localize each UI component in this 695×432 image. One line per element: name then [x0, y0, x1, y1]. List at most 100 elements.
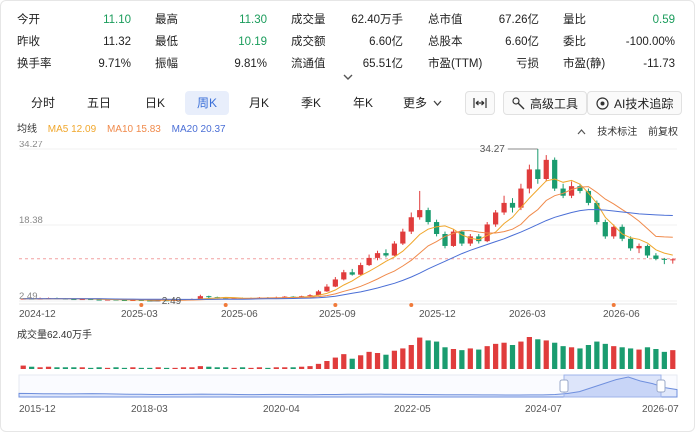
tab-daily-k[interactable]: 日K	[135, 91, 175, 115]
fullscreen-button[interactable]	[465, 91, 495, 115]
stat-cell: 总股本 6.60亿	[428, 33, 539, 51]
volume-bar	[644, 347, 651, 369]
volume-bar	[113, 367, 119, 369]
tab-yearly-k[interactable]: 年K	[343, 91, 383, 115]
event-marker	[611, 303, 616, 307]
stat-label: 昨收	[17, 36, 40, 48]
tech-annotation-link[interactable]: 技术标注	[577, 127, 637, 138]
volume-bar	[585, 345, 592, 369]
volume-bar	[54, 367, 60, 369]
volume-bar	[518, 341, 524, 369]
stat-label: 总股本	[428, 36, 463, 48]
volume-bar	[37, 367, 43, 369]
volume-bar	[104, 367, 111, 369]
x-tick-label: 2026-06	[603, 309, 640, 320]
chart-grid	[19, 148, 677, 305]
chevron-down-icon	[433, 100, 442, 106]
stat-value: 10.19	[238, 36, 267, 48]
candle-body	[509, 202, 516, 208]
candle-body	[602, 222, 608, 237]
low-annotation-label: 2.49	[162, 296, 182, 307]
tab-monthly-k[interactable]: 月K	[239, 91, 279, 115]
annotation-icon	[577, 129, 586, 135]
candle-body	[552, 159, 558, 189]
volume-bar	[627, 348, 634, 369]
range-navigator[interactable]: 2015-12 2018-03 2020-04 2022-05 2024-07 2026-…	[18, 374, 679, 415]
tab-more-label: 更多	[403, 96, 428, 110]
volume-bar	[172, 367, 178, 369]
volume-bar	[383, 354, 389, 369]
tab-more[interactable]: 更多	[397, 91, 447, 115]
stat-cell: 成交额 6.60亿	[291, 33, 403, 51]
navigator-selection	[563, 374, 662, 398]
volume-bar	[408, 345, 414, 369]
volume-bar	[560, 346, 566, 369]
event-marker	[223, 303, 228, 307]
stat-value: 6.60亿	[505, 36, 539, 48]
ma5-legend: MA5 12.09	[47, 124, 97, 135]
quote-stats: 今开 11.10 最高 11.30 成交量 62.40万手 总市值 67.26亿 量比 0…	[1, 11, 694, 73]
kline-chart[interactable]: 34.2718.382.49 34.272.49 2024-12 2025-03 2…	[1, 141, 695, 432]
stock-panel: 今开 11.10 最高 11.30 成交量 62.40万手 总市值 67.26亿 量比 0…	[0, 0, 695, 432]
candle-body	[627, 238, 634, 249]
navigator-handle[interactable]	[656, 379, 666, 393]
candle-body	[661, 258, 667, 260]
candle-body	[383, 253, 389, 256]
stat-value: 11.32	[103, 36, 131, 48]
volume-bar	[71, 367, 77, 369]
tab-intraday[interactable]: 分时	[23, 91, 63, 115]
stat-value: 亏损	[516, 58, 539, 70]
tab-weekly-k[interactable]: 周K	[185, 91, 229, 115]
candle-body	[493, 212, 499, 225]
ai-tracking-button[interactable]: AI技术追踪	[587, 91, 683, 115]
stat-value: 9.71%	[98, 58, 131, 70]
stat-cell: 量比 0.59	[563, 11, 675, 29]
ai-icon	[596, 97, 609, 110]
candle-body	[408, 217, 414, 232]
tab-five-day[interactable]: 五日	[79, 91, 119, 115]
candle-body	[374, 253, 381, 258]
stat-cell: 昨收 11.32	[17, 33, 131, 51]
advanced-tools-button[interactable]: 高级工具	[503, 91, 588, 115]
candle-body	[433, 222, 440, 234]
stat-cell: 成交量 62.40万手	[291, 11, 403, 29]
volume-bar	[223, 367, 229, 369]
tab-quarterly-k[interactable]: 季K	[291, 91, 331, 115]
y-axis-labels: 34.27 18.38 2.49	[19, 141, 43, 302]
stat-label: 最低	[155, 36, 178, 48]
volume-bar	[400, 348, 406, 369]
volume-bar	[282, 367, 288, 369]
volume-bar	[526, 337, 532, 369]
volume-bar	[611, 346, 617, 369]
volume-bars	[20, 337, 676, 369]
navigator-handle[interactable]	[559, 379, 569, 393]
stat-label: 最高	[155, 14, 178, 26]
stat-label: 成交量	[291, 14, 326, 26]
candle-body	[341, 272, 347, 280]
volume-bar	[417, 337, 423, 369]
candle-body	[324, 286, 330, 292]
stat-label: 成交额	[291, 36, 326, 48]
forward-adjust-link[interactable]: 前复权	[648, 127, 678, 138]
stat-cell: 换手率 9.71%	[17, 55, 131, 73]
x-tick-label: 2025-12	[419, 309, 456, 320]
stat-cell: 总市值 67.26亿	[428, 11, 539, 29]
volume-bar	[20, 365, 26, 369]
volume-bar	[239, 367, 246, 369]
volume-bar	[459, 350, 465, 369]
stat-label: 流通值	[291, 58, 326, 70]
candle-body	[349, 272, 355, 275]
stat-label: 市盈(TTM)	[428, 58, 483, 70]
stat-label: 委比	[563, 36, 586, 48]
volume-bar	[324, 361, 330, 369]
volume-bar	[273, 367, 279, 369]
expand-chevron-icon[interactable]	[342, 71, 354, 81]
navigator-date-label: 2020-04	[263, 404, 300, 415]
candle-body	[670, 259, 676, 261]
stat-cell: 最低 10.19	[155, 33, 267, 51]
stat-label: 市盈(静)	[563, 58, 606, 70]
volume-bar	[476, 349, 482, 369]
stat-value: 11.30	[239, 14, 267, 26]
volume-bar	[493, 343, 499, 369]
volume-bar	[450, 349, 457, 369]
